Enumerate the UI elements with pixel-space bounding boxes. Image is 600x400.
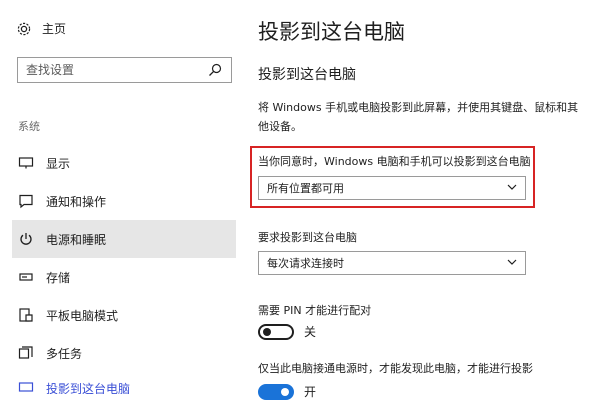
sidebar-item-label: 显示 <box>46 156 71 171</box>
monitor-icon <box>18 155 34 171</box>
toggle-knob <box>281 387 289 396</box>
sidebar-item-multitasking[interactable]: 多任务 <box>12 334 236 372</box>
chevron-down-icon <box>507 182 517 195</box>
pin-label: 需要 PIN 才能进行配对 <box>258 304 372 317</box>
sidebar-item-project-to-pc[interactable]: 投影到这台电脑 <box>12 372 236 394</box>
sidebar-nav: 显示 通知和操作 电源和睡眠 存储 平板电脑模式 多任务 投影到这台电脑 <box>12 144 236 394</box>
power-discover-toggle[interactable] <box>258 383 294 400</box>
request-dropdown[interactable]: 每次请求连接时 <box>258 251 526 275</box>
sidebar-item-storage[interactable]: 存储 <box>12 258 236 296</box>
search-input[interactable] <box>26 63 196 77</box>
main-content: 投影到这台电脑 投影到这台电脑 将 Windows 手机或电脑投影到此屏幕，并使… <box>236 0 600 400</box>
notification-icon <box>18 193 34 209</box>
multitask-icon <box>18 345 34 361</box>
permission-dropdown-value: 所有位置都可用 <box>267 182 344 195</box>
pin-toggle-row: 关 <box>258 323 316 340</box>
pin-toggle-state: 关 <box>304 325 317 339</box>
power-discover-label: 仅当此电脑接通电源时，才能发现此电脑，才能进行投影 <box>258 362 533 375</box>
storage-icon <box>18 269 34 285</box>
search-box[interactable] <box>17 57 232 83</box>
sidebar-item-label: 通知和操作 <box>46 194 107 209</box>
sidebar-item-label: 多任务 <box>46 346 83 361</box>
page-title: 投影到这台电脑 <box>258 20 405 44</box>
search-icon[interactable] <box>207 62 223 78</box>
project-icon <box>18 380 34 394</box>
sidebar-item-label: 电源和睡眠 <box>46 232 107 247</box>
sidebar-item-display[interactable]: 显示 <box>12 144 236 182</box>
sidebar-item-label: 存储 <box>46 270 71 285</box>
sidebar-item-tablet-mode[interactable]: 平板电脑模式 <box>12 296 236 334</box>
power-icon <box>18 231 34 247</box>
sidebar: 主页 系统 显示 通知和操作 电源和睡眠 <box>0 0 236 400</box>
home-link[interactable]: 主页 <box>16 20 66 37</box>
request-dropdown-value: 每次请求连接时 <box>267 257 344 270</box>
toggle-knob <box>263 327 271 336</box>
power-toggle-state: 开 <box>304 385 317 399</box>
sidebar-item-label: 平板电脑模式 <box>46 308 119 323</box>
sidebar-item-label: 投影到这台电脑 <box>46 382 131 394</box>
tablet-mode-icon <box>18 307 34 323</box>
chevron-down-icon <box>507 257 517 270</box>
section-title: 投影到这台电脑 <box>258 67 356 83</box>
power-toggle-row: 开 <box>258 383 316 400</box>
description-text: 将 Windows 手机或电脑投影到此屏幕，并使用其键盘、鼠标和其他设备。 <box>258 101 579 133</box>
home-label: 主页 <box>42 22 67 36</box>
sidebar-item-power-sleep[interactable]: 电源和睡眠 <box>12 220 236 258</box>
gear-icon <box>16 21 32 37</box>
section-label-system: 系统 <box>18 120 40 133</box>
request-label: 要求投影到这台电脑 <box>258 231 357 244</box>
permission-label: 当你同意时，Windows 电脑和手机可以投影到这台电脑 <box>258 155 531 168</box>
permission-dropdown[interactable]: 所有位置都可用 <box>258 176 526 200</box>
pin-toggle[interactable] <box>258 323 294 340</box>
sidebar-item-notifications[interactable]: 通知和操作 <box>12 182 236 220</box>
